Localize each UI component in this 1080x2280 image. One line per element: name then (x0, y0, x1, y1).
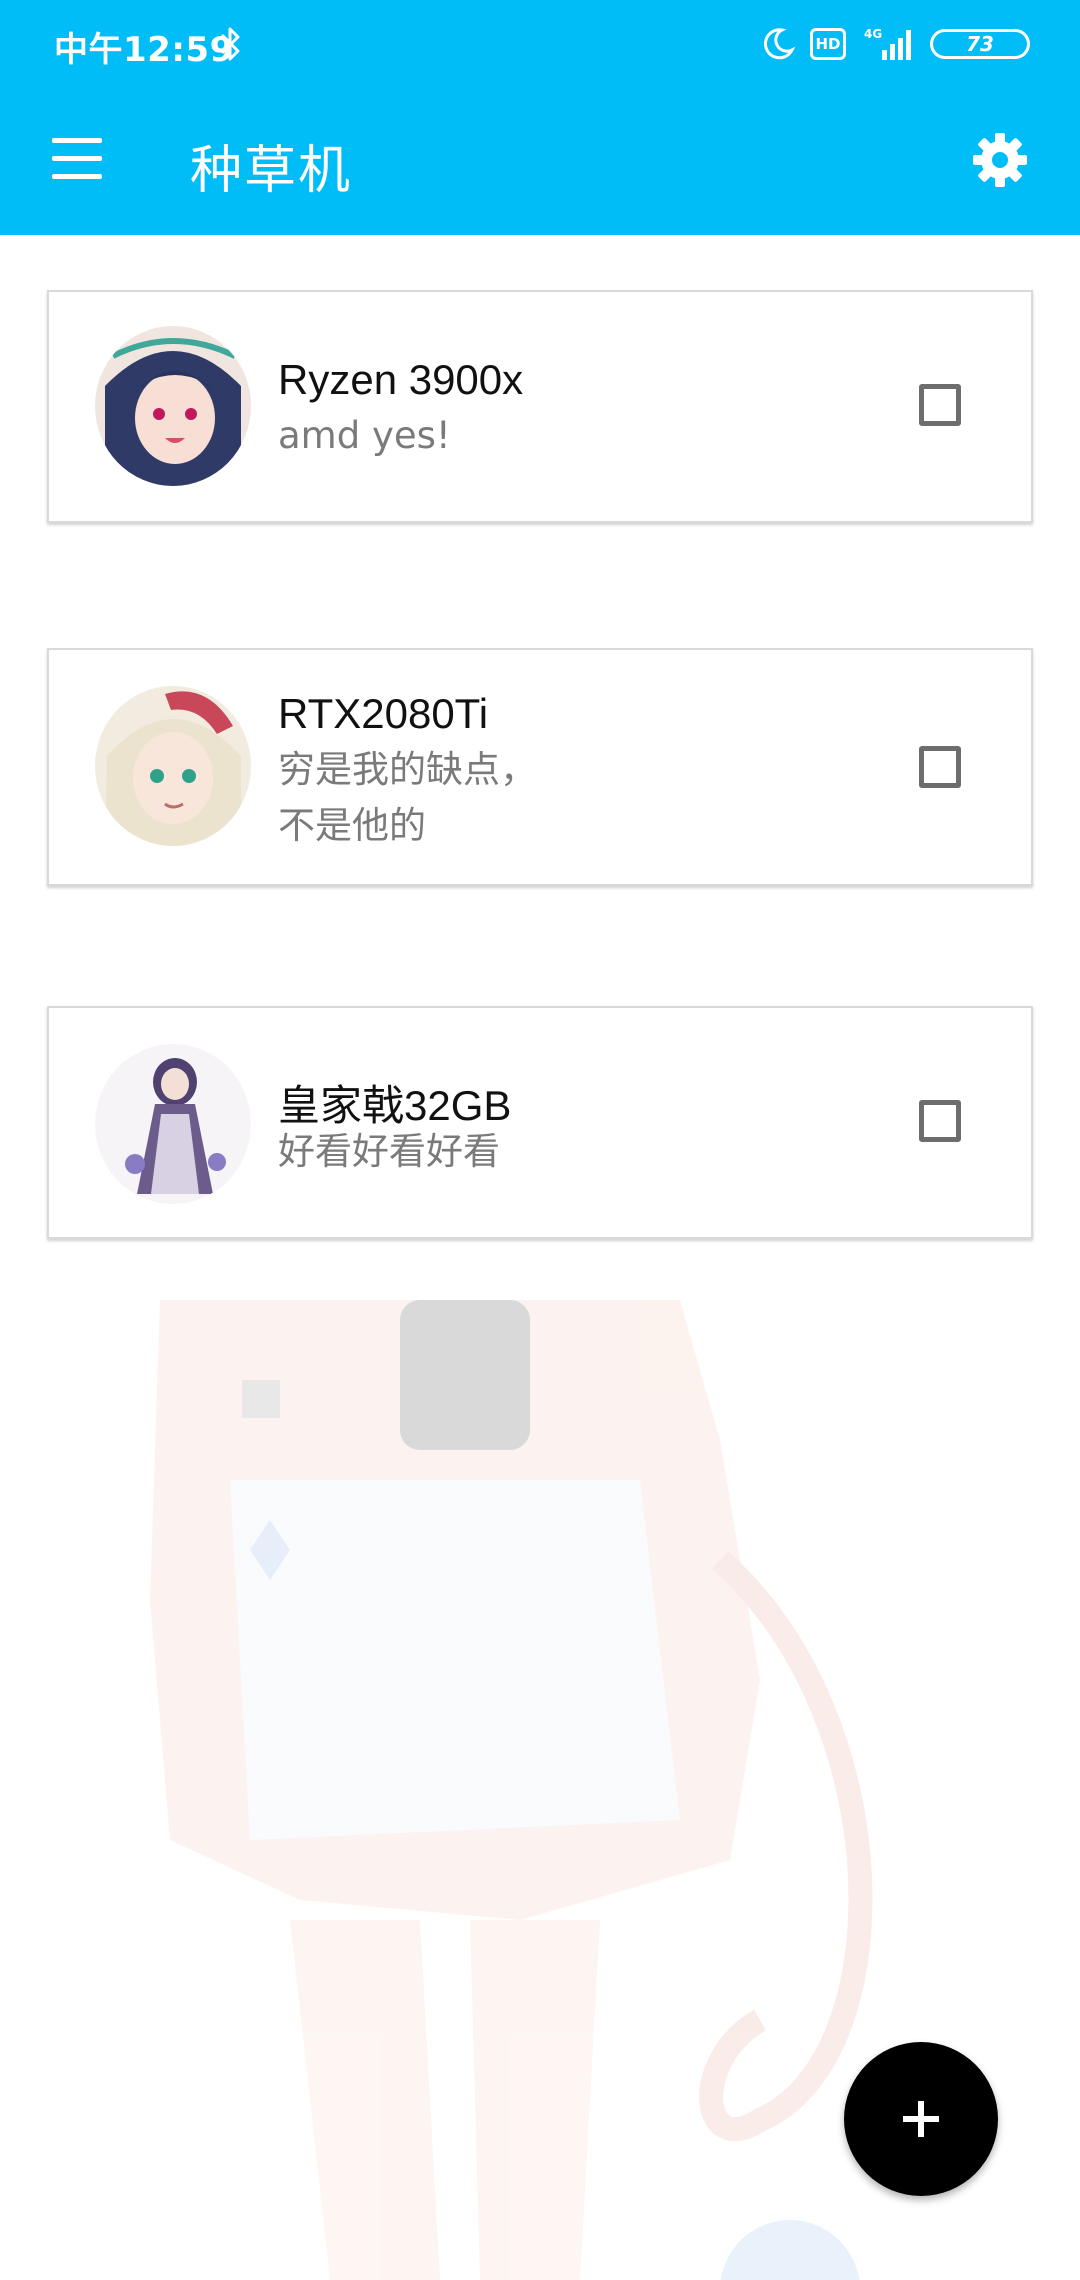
item-subtitle: 好看好看好看 (278, 1130, 500, 1173)
add-item-button[interactable] (844, 2042, 998, 2196)
hd-badge: HD (810, 28, 846, 60)
item-subtitle: 穷是我的缺点，不是他的 (278, 748, 537, 847)
item-checkbox[interactable] (919, 1100, 961, 1142)
item-subtitle: amd yes! (278, 414, 451, 457)
app-bar: 中午12:59 HD 4G 73 种草机 (0, 0, 1080, 235)
avatar (95, 686, 251, 846)
status-bar: 中午12:59 HD 4G 73 (0, 0, 1080, 88)
list-item[interactable]: RTX2080Ti 穷是我的缺点，不是他的 (47, 648, 1033, 886)
item-title: RTX2080Ti (278, 690, 489, 737)
battery-indicator: 73 (930, 29, 1030, 59)
avatar (95, 1044, 251, 1204)
gear-icon[interactable] (970, 130, 1030, 190)
page-title: 种草机 (190, 141, 353, 201)
hamburger-menu-icon[interactable] (48, 138, 108, 182)
signal-icon: 4G (864, 27, 911, 60)
status-time: 中午12:59 (54, 30, 234, 70)
avatar (95, 326, 251, 486)
moon-icon (763, 28, 796, 60)
item-checkbox[interactable] (919, 746, 961, 788)
item-title: Ryzen 3900x (278, 356, 524, 403)
item-checkbox[interactable] (919, 384, 961, 426)
list-item[interactable]: Ryzen 3900x amd yes! (47, 290, 1033, 523)
bluetooth-icon (220, 27, 240, 61)
list-item[interactable]: 皇家戟32GB 好看好看好看 (47, 1006, 1033, 1239)
network-type: 4G (864, 27, 882, 41)
